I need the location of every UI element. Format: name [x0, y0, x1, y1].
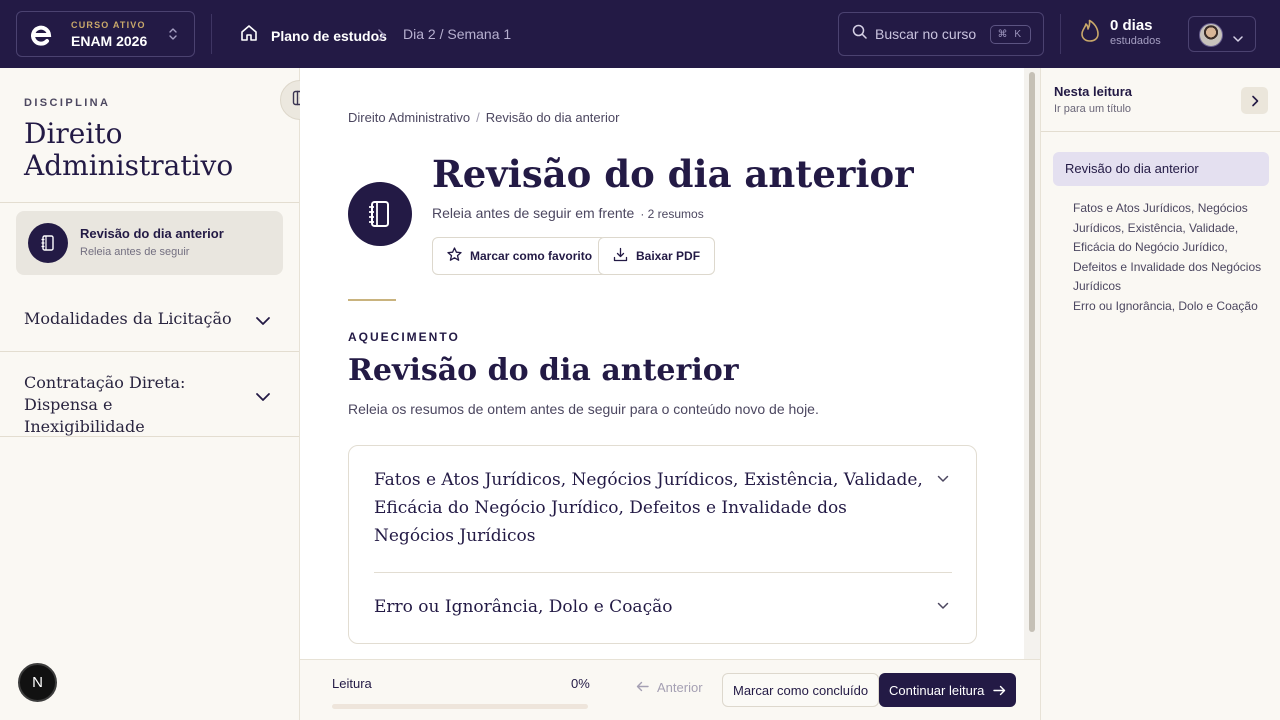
search-input[interactable]: Buscar no curso ⌘ K: [838, 12, 1044, 56]
topbar-divider: [211, 14, 212, 54]
previous-button[interactable]: Anterior: [636, 680, 703, 695]
user-menu-button[interactable]: [1188, 16, 1256, 52]
summary-title: Erro ou Ignorância, Dolo e Coação: [374, 597, 673, 617]
subtitle-text: Releia antes de seguir em frente: [432, 205, 635, 221]
chevron-down-icon: [937, 470, 949, 488]
logo-e-icon: [31, 21, 53, 47]
module-label: Modalidades da Licitação: [24, 309, 232, 328]
notebook-icon: [28, 223, 68, 263]
star-icon: [447, 247, 462, 265]
favorite-button[interactable]: Marcar como favorito: [432, 237, 608, 275]
breadcrumb-separator: /: [476, 110, 480, 125]
favorite-label: Marcar como favorito: [470, 249, 593, 263]
summary-item[interactable]: Erro ou Ignorância, Dolo e Coação: [374, 593, 954, 621]
current-location: Dia 2 / Semana 1: [403, 26, 512, 42]
summaries-accordion: Fatos e Atos Jurídicos, Negócios Jurídic…: [348, 445, 977, 644]
notebook-icon: [348, 182, 412, 246]
content-scrollbar[interactable]: [1024, 68, 1040, 660]
module-label: Contratação Direta: Dispensa e Inexigibi…: [24, 373, 186, 436]
download-pdf-button[interactable]: Baixar PDF: [598, 237, 716, 275]
section-kicker: AQUECIMENTO: [348, 330, 460, 344]
section-description: Releia os resumos de ontem antes de segu…: [348, 401, 819, 417]
active-lesson-title: Revisão do dia anterior: [80, 226, 224, 241]
continue-label: Continuar leitura: [889, 682, 985, 698]
reading-label: Leitura: [332, 676, 372, 691]
module-contratacao-direta[interactable]: Contratação Direta: Dispensa e Inexigibi…: [0, 352, 299, 436]
top-bar: CURSO ATIVO ENAM 2026 Plano de estudos D…: [0, 0, 1280, 68]
page-title: Revisão do dia anterior: [432, 152, 914, 196]
dev-tools-badge[interactable]: N: [18, 663, 57, 702]
arrow-right-icon: [993, 685, 1006, 695]
active-lesson-subtitle: Releia antes de seguir: [80, 246, 190, 258]
flame-icon: [1080, 19, 1100, 48]
toc-item[interactable]: Erro ou Ignorância, Dolo e Coação: [1073, 297, 1263, 317]
continue-reading-button[interactable]: Continuar leitura: [879, 673, 1017, 707]
previous-label: Anterior: [657, 680, 703, 695]
divider: [0, 436, 299, 437]
streak-count: 0 dias: [1110, 17, 1153, 34]
home-icon: [240, 24, 258, 47]
arrow-left-icon: [636, 680, 649, 695]
chevron-right-icon: [376, 28, 386, 46]
scrollbar-thumb[interactable]: [1029, 72, 1035, 632]
mark-done-button[interactable]: Marcar como concluído: [722, 673, 880, 707]
toc-item-active[interactable]: Revisão do dia anterior: [1053, 152, 1269, 186]
study-plan-link[interactable]: Plano de estudos: [240, 24, 387, 47]
divider: [374, 572, 952, 573]
search-placeholder: Buscar no curso: [875, 26, 977, 42]
summary-title: Fatos e Atos Jurídicos, Negócios Jurídic…: [374, 470, 923, 546]
study-plan-label: Plano de estudos: [271, 27, 387, 44]
reading-content: Direito Administrativo / Revisão do dia an…: [300, 68, 1040, 660]
chevron-right-icon: [1251, 95, 1258, 106]
section-title: Revisão do dia anterior: [348, 353, 739, 388]
course-switcher[interactable]: CURSO ATIVO ENAM 2026: [16, 11, 195, 57]
download-pdf-label: Baixar PDF: [636, 249, 701, 263]
module-modalidades-licitacao[interactable]: Modalidades da Licitação: [0, 287, 299, 351]
toc-collapse-button[interactable]: [1241, 87, 1268, 114]
discipline-kicker: DISCIPLINA: [24, 97, 111, 109]
chevron-down-icon: [1233, 30, 1243, 48]
summary-count: · 2 resumos: [640, 207, 704, 221]
chevron-down-icon: [937, 597, 949, 615]
course-kicker: CURSO ATIVO: [71, 19, 146, 30]
chevron-down-icon: [255, 389, 271, 407]
badge-letter: N: [32, 674, 43, 691]
reading-footer: Leitura 0% Anterior Marcar como concluíd…: [300, 659, 1040, 720]
toc-title: Nesta leitura: [1054, 84, 1133, 99]
avatar: [1199, 23, 1223, 47]
study-streak: 0 dias estudados: [1080, 18, 1161, 48]
streak-label: estudados: [1110, 35, 1161, 47]
search-icon: [852, 24, 867, 44]
download-icon: [613, 247, 628, 265]
breadcrumb: Direito Administrativo / Revisão do dia an…: [348, 110, 619, 125]
chevron-down-icon: [255, 313, 271, 331]
mark-done-label: Marcar como concluído: [733, 682, 869, 698]
page-subtitle: Releia antes de seguir em frente · 2 resu…: [432, 205, 704, 221]
discipline-title: Direito Administrativo: [24, 117, 234, 182]
toc-subtitle: Ir para um título: [1054, 103, 1132, 115]
course-name: ENAM 2026: [71, 32, 148, 49]
reading-percent: 0%: [571, 676, 590, 691]
divider: [0, 202, 299, 203]
search-shortcut: ⌘ K: [989, 25, 1031, 44]
accent-divider: [348, 299, 396, 301]
topbar-divider: [1060, 14, 1061, 54]
breadcrumb-discipline[interactable]: Direito Administrativo: [348, 110, 470, 125]
updown-icon: [168, 26, 178, 47]
reading-progress-bar: [332, 704, 588, 709]
breadcrumb-current: Revisão do dia anterior: [485, 110, 620, 125]
toc-item[interactable]: Fatos e Atos Jurídicos, Negócios Jurídic…: [1073, 199, 1263, 297]
summary-item[interactable]: Fatos e Atos Jurídicos, Negócios Jurídic…: [374, 466, 954, 550]
table-of-contents: Nesta leitura Ir para um título Revisão …: [1040, 68, 1280, 720]
active-lesson-item[interactable]: Revisão do dia anterior Releia antes de …: [16, 211, 283, 275]
discipline-sidebar: DISCIPLINA Direito Administrativo Revisã…: [0, 68, 300, 720]
divider: [1041, 131, 1280, 132]
